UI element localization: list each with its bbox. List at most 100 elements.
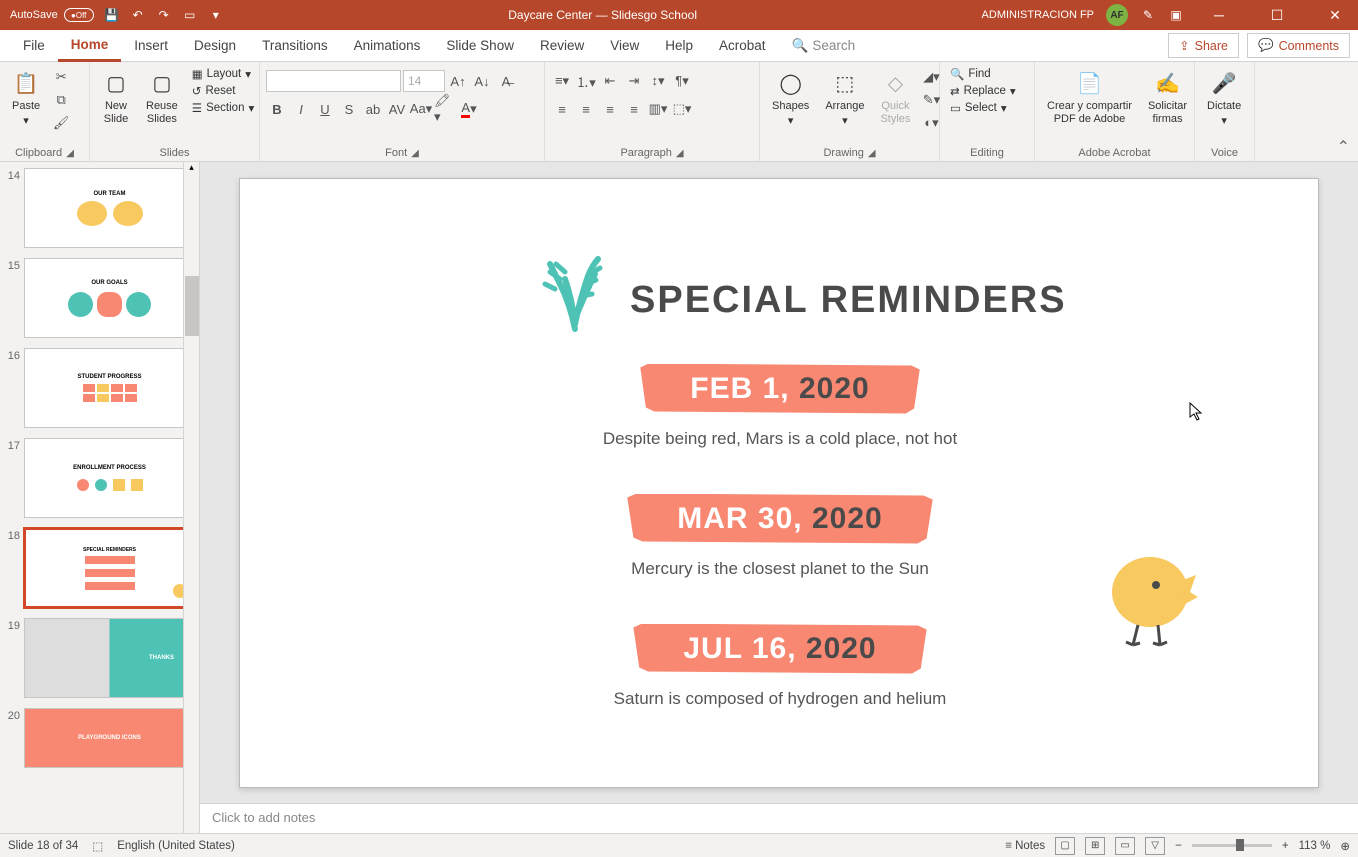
smartart-icon[interactable]: ⬚▾ — [671, 98, 693, 120]
strike-icon[interactable]: S — [338, 98, 360, 120]
section-button[interactable]: ☰ Section ▾ — [188, 100, 258, 116]
columns-icon[interactable]: ▥▾ — [647, 98, 669, 120]
format-painter-icon[interactable]: 🖌 — [50, 112, 72, 134]
font-launcher-icon[interactable]: ◢ — [411, 148, 419, 159]
thumb-row[interactable]: 20PLAYGROUND ICONS — [0, 706, 199, 776]
tab-transitions[interactable]: Transitions — [249, 30, 341, 62]
coming-soon-icon[interactable]: ✎ — [1140, 7, 1156, 23]
thumb-19[interactable]: THANKS — [24, 618, 195, 698]
arrange-button[interactable]: ⬚Arrange▾ — [819, 66, 870, 132]
reuse-slides-button[interactable]: ▢Reuse Slides — [140, 66, 184, 130]
close-button[interactable]: ✕ — [1312, 0, 1358, 30]
shapes-button[interactable]: ◯Shapes▾ — [766, 66, 815, 132]
tab-insert[interactable]: Insert — [121, 30, 181, 62]
thumb-18-selected[interactable]: SPECIAL REMINDERS — [24, 528, 195, 608]
select-button[interactable]: ▭ Select ▾ — [946, 100, 1020, 116]
notes-toggle[interactable]: ≡ Notes — [1005, 840, 1045, 852]
notes-pane[interactable]: Click to add notes — [200, 803, 1358, 833]
zoom-handle[interactable] — [1236, 839, 1244, 851]
autosave-toggle[interactable]: AutoSave ● Off — [10, 8, 94, 22]
find-button[interactable]: 🔍 Find — [946, 66, 1020, 82]
slideshow-start-icon[interactable]: ▭ — [182, 7, 198, 23]
grow-font-icon[interactable]: A↑ — [447, 70, 469, 92]
user-avatar[interactable]: AF — [1106, 4, 1128, 26]
zoom-out-icon[interactable]: − — [1175, 840, 1182, 852]
align-center-icon[interactable]: ≡ — [575, 98, 597, 120]
italic-icon[interactable]: I — [290, 98, 312, 120]
slide-counter[interactable]: Slide 18 of 34 — [8, 840, 78, 852]
accessibility-icon[interactable]: ⬚ — [92, 839, 103, 853]
request-sign-button[interactable]: ✍Solicitar firmas — [1142, 66, 1193, 130]
slide-title[interactable]: SPECIAL REMINDERS — [630, 279, 1067, 322]
drawing-launcher-icon[interactable]: ◢ — [868, 148, 876, 159]
scroll-handle[interactable] — [185, 276, 199, 336]
quickstyles-button[interactable]: ◇Quick Styles — [874, 66, 916, 130]
replace-button[interactable]: ⇄ Replace ▾ — [946, 83, 1020, 99]
redo-icon[interactable]: ↷ — [156, 7, 172, 23]
spacing-icon[interactable]: AV — [386, 98, 408, 120]
thumb-16[interactable]: STUDENT PROGRESS — [24, 348, 195, 428]
qat-more-icon[interactable]: ▾ — [208, 7, 224, 23]
shadow-icon[interactable]: ab — [362, 98, 384, 120]
clear-format-icon[interactable]: A̶ — [495, 70, 517, 92]
tab-home[interactable]: Home — [58, 30, 122, 62]
thumb-scrollbar[interactable]: ▴ — [183, 162, 199, 833]
font-color-icon[interactable]: A▾ — [458, 98, 480, 120]
case-icon[interactable]: Aa▾ — [410, 98, 432, 120]
clipboard-launcher-icon[interactable]: ◢ — [66, 148, 74, 159]
thumb-row[interactable]: 17ENROLLMENT PROCESS — [0, 436, 199, 526]
zoom-value[interactable]: 113 % — [1299, 840, 1331, 852]
new-slide-button[interactable]: ▢New Slide — [96, 66, 136, 130]
ribbon-options-icon[interactable]: ▣ — [1168, 7, 1184, 23]
tab-view[interactable]: View — [597, 30, 652, 62]
reminder-1[interactable]: FEB 1, 2020 Despite being red, Mars is a… — [580, 364, 980, 449]
thumb-20[interactable]: PLAYGROUND ICONS — [24, 708, 195, 768]
thumb-row[interactable]: 19THANKS — [0, 616, 199, 706]
reminder-text-3[interactable]: Saturn is composed of hydrogen and heliu… — [580, 689, 980, 709]
tab-slideshow[interactable]: Slide Show — [433, 30, 527, 62]
align-left-icon[interactable]: ≡ — [551, 98, 573, 120]
slide-content[interactable]: SPECIAL REMINDERS FEB 1, 2020 Despite be… — [239, 178, 1319, 788]
save-icon[interactable]: 💾 — [104, 7, 120, 23]
copy-icon[interactable]: ⧉ — [50, 89, 72, 111]
slideshow-view-icon[interactable]: ▽ — [1145, 837, 1165, 855]
justify-icon[interactable]: ≡ — [623, 98, 645, 120]
underline-icon[interactable]: U — [314, 98, 336, 120]
normal-view-icon[interactable]: ▢ — [1055, 837, 1075, 855]
paragraph-launcher-icon[interactable]: ◢ — [676, 148, 684, 159]
thumb-14[interactable]: OUR TEAM — [24, 168, 195, 248]
collapse-ribbon-icon[interactable]: ⌃ — [1337, 137, 1350, 157]
reset-button[interactable]: ↺ Reset — [188, 83, 258, 99]
reminder-text-1[interactable]: Despite being red, Mars is a cold place,… — [580, 429, 980, 449]
shrink-font-icon[interactable]: A↓ — [471, 70, 493, 92]
maximize-button[interactable]: ☐ — [1254, 0, 1300, 30]
minimize-button[interactable]: ─ — [1196, 0, 1242, 30]
tab-design[interactable]: Design — [181, 30, 249, 62]
thumb-row[interactable]: 18SPECIAL REMINDERS — [0, 526, 199, 616]
reminder-text-2[interactable]: Mercury is the closest planet to the Sun — [580, 559, 980, 579]
font-name-combo[interactable] — [266, 70, 401, 92]
autosave-switch-off[interactable]: ● Off — [64, 8, 94, 22]
linespace-icon[interactable]: ↕▾ — [647, 70, 669, 92]
fit-window-icon[interactable]: ⊕ — [1340, 839, 1350, 853]
numbering-icon[interactable]: ⒈▾ — [575, 70, 597, 92]
reading-view-icon[interactable]: ▭ — [1115, 837, 1135, 855]
text-dir-icon[interactable]: ¶▾ — [671, 70, 693, 92]
language-status[interactable]: English (United States) — [117, 840, 235, 852]
search-box[interactable]: 🔍 Search — [779, 30, 869, 62]
tab-animations[interactable]: Animations — [341, 30, 434, 62]
create-pdf-button[interactable]: 📄Crear y compartir PDF de Adobe — [1041, 66, 1138, 130]
slide-view[interactable]: SPECIAL REMINDERS FEB 1, 2020 Despite be… — [200, 162, 1358, 803]
bold-icon[interactable]: B — [266, 98, 288, 120]
bullets-icon[interactable]: ≡▾ — [551, 70, 573, 92]
thumb-row[interactable]: 14OUR TEAM — [0, 166, 199, 256]
layout-button[interactable]: ▦ Layout ▾ — [188, 66, 258, 82]
undo-icon[interactable]: ↶ — [130, 7, 146, 23]
reminder-3[interactable]: JUL 16, 2020 Saturn is composed of hydro… — [580, 624, 980, 709]
highlight-icon[interactable]: 🖍▾ — [434, 98, 456, 120]
share-button[interactable]: ⇪ Share — [1168, 33, 1239, 58]
indent-icon[interactable]: ⇥ — [623, 70, 645, 92]
cut-icon[interactable]: ✂ — [50, 66, 72, 88]
outdent-icon[interactable]: ⇤ — [599, 70, 621, 92]
reminder-2[interactable]: MAR 30, 2020 Mercury is the closest plan… — [580, 494, 980, 579]
